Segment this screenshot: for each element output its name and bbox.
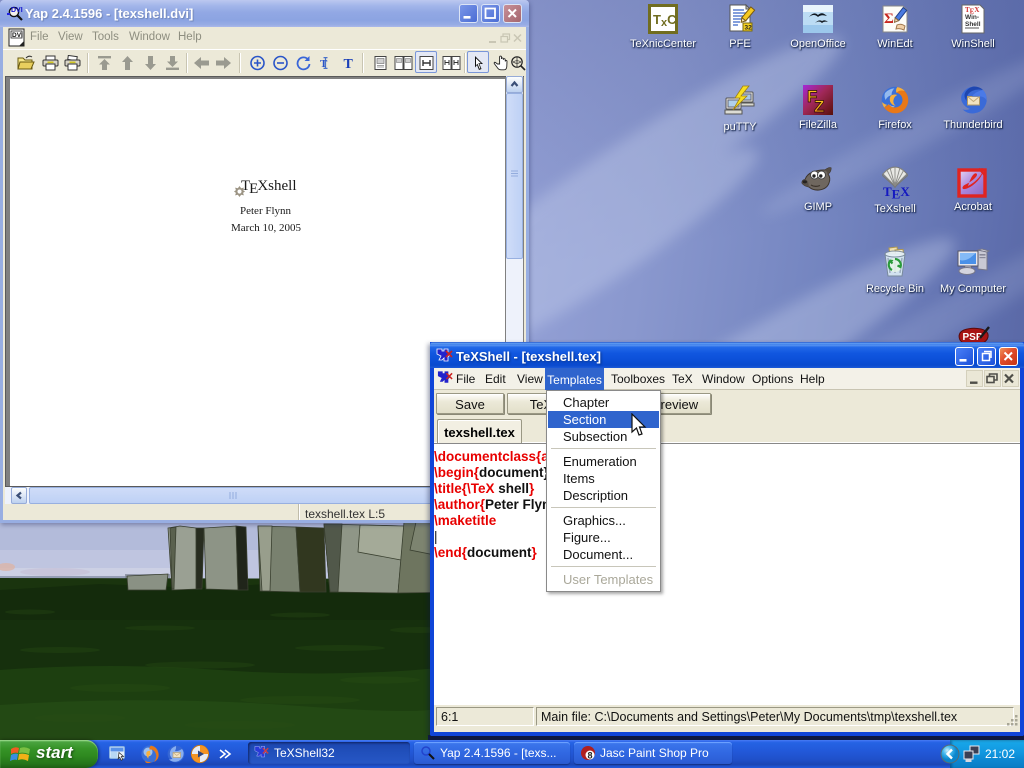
svg-text:DVI: DVI [11,7,23,14]
svg-text:DVI: DVI [12,32,23,39]
svg-text:32: 32 [745,25,753,32]
svg-text:Z: Z [814,97,824,116]
svg-text:T: T [320,58,328,70]
svg-text:Σ: Σ [884,11,894,27]
svg-text:T: T [344,57,354,71]
svg-text:Win-: Win- [965,14,979,21]
svg-text:Shell: Shell [965,21,981,28]
svg-text:TEX: TEX [883,184,910,200]
svg-text:8: 8 [588,751,593,761]
